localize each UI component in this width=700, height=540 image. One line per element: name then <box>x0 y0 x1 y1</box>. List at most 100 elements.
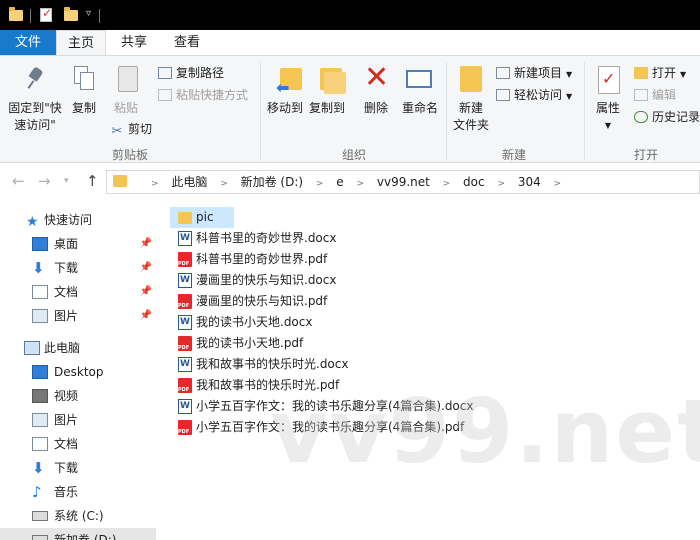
history-icon <box>634 111 648 123</box>
sidebar-item-pc-pictures[interactable]: 图片 <box>0 408 156 432</box>
tab-share[interactable]: 共享 <box>112 30 156 56</box>
new-folder-label-2: 文件夹 <box>452 118 489 132</box>
group-divider <box>446 62 447 160</box>
download-icon: ⬇ <box>32 459 45 477</box>
properties-label: 属性 <box>595 101 620 115</box>
pin-icon[interactable]: 📌 <box>140 232 152 256</box>
properties-quick-icon[interactable] <box>40 6 52 22</box>
sidebar-label: 文档 <box>54 285 79 299</box>
word-document-icon <box>178 396 192 417</box>
clipboard-group-label: 剪贴板 <box>111 148 148 162</box>
sidebar-item-videos[interactable]: 视频 <box>0 384 156 408</box>
tab-home[interactable]: 主页 <box>56 30 106 56</box>
pin-label-1: 固定到"快 <box>8 101 62 115</box>
toolbar-divider <box>99 9 100 23</box>
edit-button[interactable]: 编辑 <box>634 86 676 104</box>
drive-icon <box>32 535 48 540</box>
file-name: 科普书里的奇妙世界.pdf <box>196 252 328 266</box>
copy-path-label: 复制路径 <box>176 66 225 80</box>
sidebar-label: Desktop <box>54 365 104 379</box>
ribbon: 固定到"快 速访问" 复制 粘贴 复制路径 粘贴快捷方式 ✂ 剪切 剪贴板 ⬅ 移… <box>0 55 700 163</box>
sidebar-item-drive-c[interactable]: 系统 (C:) <box>0 504 156 528</box>
breadcrumb: > 此电脑 > 新加卷 (D:) > e > vv99.net > doc > … <box>147 171 565 193</box>
sidebar-label: 图片 <box>54 413 79 427</box>
paste-label: 粘贴 <box>113 101 138 115</box>
open-icon <box>634 67 648 79</box>
chevron-right-icon[interactable]: > <box>439 173 455 195</box>
sidebar-item-pc-documents[interactable]: 文档 <box>0 432 156 456</box>
sidebar-label: 下载 <box>54 461 79 475</box>
sidebar-label: 视频 <box>54 389 79 403</box>
organize-group-label: 组织 <box>341 148 366 162</box>
videos-icon <box>32 389 48 403</box>
new-item-icon <box>496 67 510 79</box>
list-item-folder[interactable]: pic <box>170 207 234 228</box>
file-name: 我的读书小天地.pdf <box>196 336 304 350</box>
rename-label: 重命名 <box>401 101 438 115</box>
chevron-right-icon[interactable]: > <box>216 173 232 195</box>
folder-icon[interactable] <box>9 7 23 21</box>
dropdown-arrow-icon: ▼ <box>680 70 687 79</box>
dropdown-arrow-icon: ▼ <box>566 92 573 101</box>
pdf-icon <box>178 378 192 401</box>
address-bar[interactable]: > 此电脑 > 新加卷 (D:) > e > vv99.net > doc > … <box>106 170 700 194</box>
pin-icon[interactable]: 📌 <box>140 304 152 328</box>
up-arrow-icon[interactable]: ↑ <box>86 172 99 190</box>
sidebar-item-downloads[interactable]: ⬇ 下载 📌 <box>0 256 156 280</box>
documents-icon <box>32 285 48 299</box>
file-name: 我和故事书的快乐时光.pdf <box>196 378 340 392</box>
pdf-icon <box>178 294 192 317</box>
easy-access-button[interactable]: 轻松访问 ▼ <box>496 86 572 106</box>
chevron-right-icon[interactable]: > <box>493 173 509 195</box>
breadcrumb-vv99[interactable]: vv99.net <box>372 171 435 193</box>
cut-button[interactable]: ✂ 剪切 <box>110 120 152 138</box>
sidebar-label: 下载 <box>54 261 79 275</box>
sidebar-item-documents[interactable]: 文档 📌 <box>0 280 156 304</box>
paste-shortcut-icon <box>158 89 172 101</box>
tab-view[interactable]: 查看 <box>164 30 210 56</box>
sidebar-label: 文档 <box>54 437 79 451</box>
chevron-right-icon[interactable]: > <box>550 173 566 195</box>
desktop-icon <box>32 365 48 379</box>
sidebar-item-pc-downloads[interactable]: ⬇ 下载 <box>0 456 156 480</box>
breadcrumb-drive-d[interactable]: 新加卷 (D:) <box>236 171 308 193</box>
sidebar-item-drive-d[interactable]: 新加卷 (D:) <box>0 528 156 540</box>
chevron-right-icon[interactable]: > <box>147 173 163 195</box>
history-label: 历史记录 <box>652 110 700 124</box>
tab-file[interactable]: 文件 <box>0 30 56 56</box>
file-list: pic 科普书里的奇妙世界.docx 科普书里的奇妙世界.pdf 漫画里的快乐与… <box>170 200 700 540</box>
file-name: 小学五百字作文：我的读书乐趣分享(4篇合集).pdf <box>196 420 465 434</box>
sidebar-item-pc-desktop[interactable]: Desktop <box>0 360 156 384</box>
new-item-button[interactable]: 新建项目 ▼ <box>496 64 572 84</box>
breadcrumb-304[interactable]: 304 <box>513 171 546 193</box>
recent-locations-icon[interactable]: ▾ <box>64 176 69 186</box>
open-label: 打开 <box>652 66 677 80</box>
breadcrumb-this-pc[interactable]: 此电脑 <box>166 171 212 193</box>
sidebar-item-this-pc[interactable]: 此电脑 <box>0 336 156 360</box>
customize-quick-access-icon[interactable]: ▿ <box>86 8 91 24</box>
copy-path-button[interactable]: 复制路径 <box>158 64 224 82</box>
paste-shortcut-button[interactable]: 粘贴快捷方式 <box>158 86 248 104</box>
history-button[interactable]: 历史记录 <box>634 108 700 126</box>
sidebar-item-pictures[interactable]: 图片 📌 <box>0 304 156 328</box>
sidebar-item-music[interactable]: ♪ 音乐 <box>0 480 156 504</box>
breadcrumb-doc[interactable]: doc <box>458 171 490 193</box>
sidebar-item-desktop[interactable]: 桌面 📌 <box>0 232 156 256</box>
pin-icon[interactable]: 📌 <box>140 280 152 304</box>
open-button[interactable]: 打开 ▼ <box>634 64 686 84</box>
chevron-right-icon[interactable]: > <box>312 173 328 195</box>
documents-icon <box>32 437 48 451</box>
back-arrow-icon[interactable]: ← <box>12 172 25 190</box>
sidebar-item-quick-access[interactable]: ★ 快速访问 <box>0 208 156 232</box>
pictures-icon <box>32 309 48 323</box>
new-item-label: 新建项目 <box>514 66 563 80</box>
new-folder-quick-icon[interactable] <box>64 7 78 21</box>
toolbar-divider <box>30 9 31 23</box>
easy-access-icon <box>496 89 510 101</box>
word-document-icon <box>178 270 192 291</box>
chevron-right-icon[interactable]: > <box>352 173 368 195</box>
pin-icon[interactable]: 📌 <box>140 256 152 280</box>
breadcrumb-e[interactable]: e <box>331 171 348 193</box>
forward-arrow-icon[interactable]: → <box>38 172 51 190</box>
file-name: pic <box>196 210 214 224</box>
